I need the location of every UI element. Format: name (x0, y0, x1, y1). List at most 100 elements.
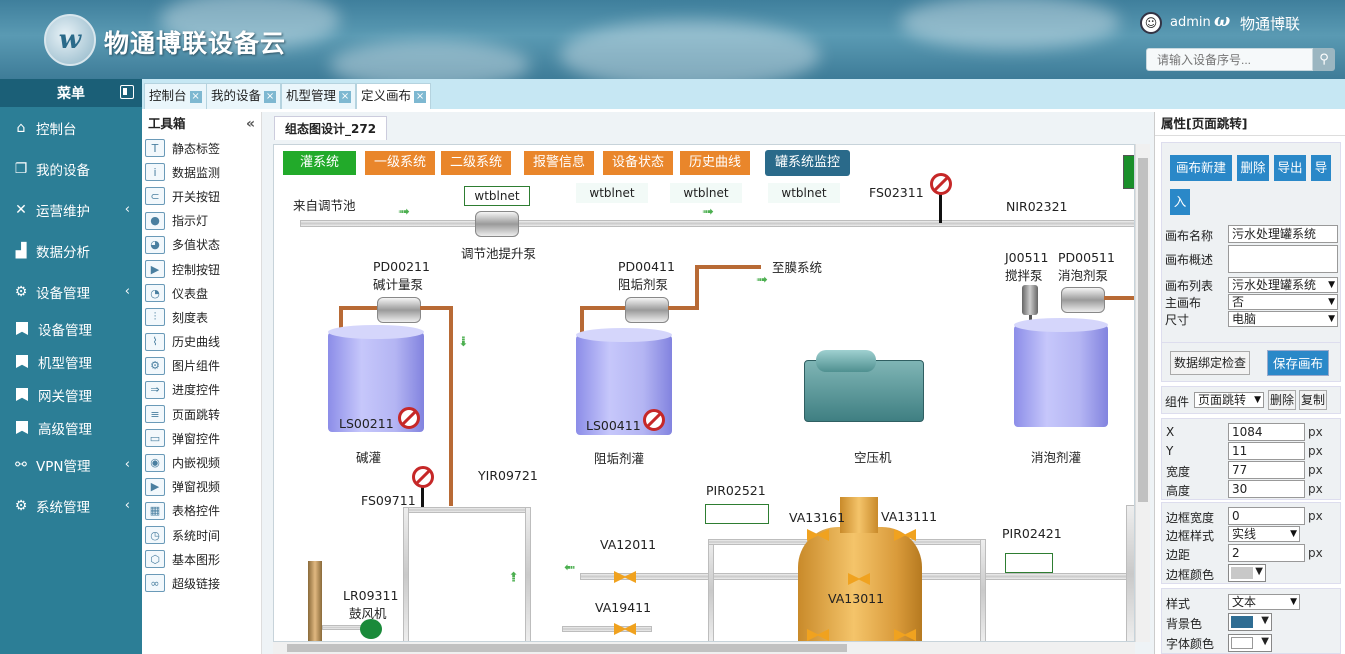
tool-switch-button[interactable]: ⊂ 开关按钮 (142, 184, 261, 208)
tool-progress-control[interactable]: ⇒ 进度控件 (142, 378, 261, 402)
border-width-input[interactable]: 0 (1228, 507, 1305, 525)
tool-indicator-light[interactable]: ● 指示灯 (142, 209, 261, 233)
sidebar-subitem-advanced-management[interactable]: 高级管理 (0, 411, 142, 444)
selected-component[interactable] (1123, 155, 1134, 189)
border-style-select[interactable]: 实线 (1228, 526, 1300, 542)
border-color-picker[interactable]: ▼ (1228, 564, 1266, 582)
background-color-picker[interactable]: ▼ (1228, 613, 1272, 631)
export-button[interactable]: 导出 (1274, 155, 1306, 181)
design-tab[interactable]: 组态图设计_272 (274, 116, 388, 140)
value-display[interactable]: wtblnet (576, 183, 648, 203)
tab-model-management[interactable]: 机型管理 × (281, 83, 357, 109)
tool-data-monitor[interactable]: i 数据监测 (142, 160, 261, 184)
unit: px (1308, 425, 1323, 439)
search-icon[interactable]: ⚲ (1313, 48, 1335, 71)
tool-popup-control[interactable]: ▭ 弹窗控件 (142, 426, 261, 450)
close-icon[interactable]: × (264, 90, 277, 103)
tool-hyperlink[interactable]: ∞ 超级链接 (142, 571, 261, 595)
close-icon[interactable]: × (339, 90, 352, 103)
sidebar-item-data-analysis[interactable]: ▟ 数据分析 (0, 230, 142, 271)
collapse-icon[interactable]: « (246, 112, 255, 136)
blower-icon[interactable] (360, 619, 382, 639)
tab-bar: 控制台 × 我的设备 × 机型管理 × 定义画布 × (142, 79, 1345, 109)
sidebar-item-operations[interactable]: ✕ 运营维护 ‹ (0, 189, 142, 230)
font-color-picker[interactable]: ▼ (1228, 634, 1272, 652)
stop-indicator-icon[interactable] (643, 409, 665, 431)
tool-basic-shape[interactable]: ⬡ 基本图形 (142, 547, 261, 571)
sidebar-item-my-devices[interactable]: ❐ 我的设备 (0, 148, 142, 189)
system-button-guan[interactable]: 灌系统 (283, 151, 356, 175)
tool-control-button[interactable]: ▶ 控制按钮 (142, 257, 261, 281)
value-display[interactable]: wtblnet (464, 186, 530, 206)
tool-history-curve[interactable]: ⌇ 历史曲线 (142, 330, 261, 354)
height-input[interactable]: 30 (1228, 480, 1305, 498)
tab-define-canvas[interactable]: 定义画布 × (356, 83, 432, 109)
tool-image-component[interactable]: ⚙ 图片组件 (142, 354, 261, 378)
copy-component-button[interactable]: 复制 (1299, 390, 1327, 410)
tool-system-time[interactable]: ◷ 系统时间 (142, 523, 261, 547)
size-select[interactable]: 电脑 (1228, 311, 1338, 327)
sidebar-item-vpn-management[interactable]: ⚯ VPN管理 ‹ (0, 444, 142, 485)
new-canvas-button[interactable]: 画布新建 (1170, 155, 1232, 181)
data-binding-check-button[interactable]: 数据绑定检查 (1170, 351, 1250, 375)
tab-console[interactable]: 控制台 × (144, 83, 207, 109)
tool-static-label[interactable]: T 静态标签 (142, 136, 261, 160)
tool-table-control[interactable]: ▦ 表格控件 (142, 499, 261, 523)
canvas-list-select[interactable]: 污水处理罐系统 (1228, 277, 1338, 293)
avatar[interactable]: ☺ (1140, 12, 1162, 34)
value-display[interactable]: wtblnet (768, 183, 840, 203)
sidebar-item-console[interactable]: ⌂ 控制台 (0, 107, 142, 148)
style-select[interactable]: 文本 (1228, 594, 1300, 610)
valve-icon[interactable] (614, 623, 636, 635)
system-button-level2[interactable]: 二级系统 (441, 151, 512, 175)
main-tank[interactable] (798, 527, 922, 641)
tab-my-devices[interactable]: 我的设备 × (206, 83, 282, 109)
delete-canvas-button[interactable]: 删除 (1237, 155, 1269, 181)
system-button-history[interactable]: 历史曲线 (680, 151, 751, 175)
padding-input[interactable]: 2 (1228, 544, 1305, 562)
sidebar-subitem-model-management[interactable]: 机型管理 (0, 345, 142, 378)
menu-toggle-icon[interactable] (120, 85, 134, 99)
brand-icon: ω (1214, 11, 1231, 31)
sidebar-item-system-management[interactable]: ⚙ 系统管理 ‹ (0, 485, 142, 526)
stop-indicator-icon[interactable] (398, 407, 420, 429)
save-canvas-button[interactable]: 保存画布 (1267, 350, 1329, 376)
x-input[interactable]: 1084 (1228, 423, 1305, 441)
tool-popup-video[interactable]: ▶ 弹窗视频 (142, 475, 261, 499)
design-canvas[interactable]: 灌系统 一级系统 二级系统 报警信息 设备状态 历史曲线 罐系统监控 来自调节池… (273, 144, 1135, 642)
import-button[interactable]: 导 (1311, 155, 1331, 181)
canvas-desc-input[interactable] (1228, 245, 1338, 273)
tool-multi-state[interactable]: ◕ 多值状态 (142, 233, 261, 257)
tool-embedded-video[interactable]: ◉ 内嵌视频 (142, 450, 261, 474)
close-icon[interactable]: × (189, 90, 202, 103)
y-input[interactable]: 11 (1228, 442, 1305, 460)
component-select[interactable]: 页面跳转 (1194, 392, 1264, 408)
tool-label: 图片组件 (172, 359, 221, 374)
stop-indicator-icon[interactable] (412, 466, 434, 488)
system-button-status[interactable]: 设备状态 (603, 151, 674, 175)
sidebar-item-device-management[interactable]: ⚙ 设备管理 ‹ (0, 271, 142, 312)
import-button-wrap[interactable]: 入 (1170, 189, 1190, 215)
user-name[interactable]: admin (1170, 15, 1211, 30)
stop-indicator-icon[interactable] (930, 173, 952, 195)
tank-defoam[interactable] (1014, 318, 1108, 427)
sidebar-subitem-device-management[interactable]: 设备管理 (0, 312, 142, 345)
system-button-level1[interactable]: 一级系统 (365, 151, 436, 175)
system-button-tank-monitor[interactable]: 罐系统监控 (765, 150, 851, 176)
tool-gauge[interactable]: ◔ 仪表盘 (142, 281, 261, 305)
value-display[interactable] (705, 504, 769, 524)
search-input[interactable] (1146, 48, 1313, 71)
width-input[interactable]: 77 (1228, 461, 1305, 479)
tool-page-jump[interactable]: ≡ 页面跳转 (142, 402, 261, 426)
system-button-alarm[interactable]: 报警信息 (524, 151, 595, 175)
close-icon[interactable]: × (414, 90, 427, 103)
value-display[interactable] (1005, 553, 1053, 573)
horizontal-scrollbar[interactable] (273, 642, 1135, 654)
canvas-name-input[interactable]: 污水处理罐系统 (1228, 225, 1338, 243)
sidebar-subitem-gateway-management[interactable]: 网关管理 (0, 378, 142, 411)
vertical-scrollbar[interactable] (1135, 144, 1150, 642)
tool-scale[interactable]: ⫶ 刻度表 (142, 305, 261, 329)
delete-component-button[interactable]: 删除 (1268, 390, 1296, 410)
main-canvas-select[interactable]: 否 (1228, 294, 1338, 310)
value-display[interactable]: wtblnet (670, 183, 742, 203)
